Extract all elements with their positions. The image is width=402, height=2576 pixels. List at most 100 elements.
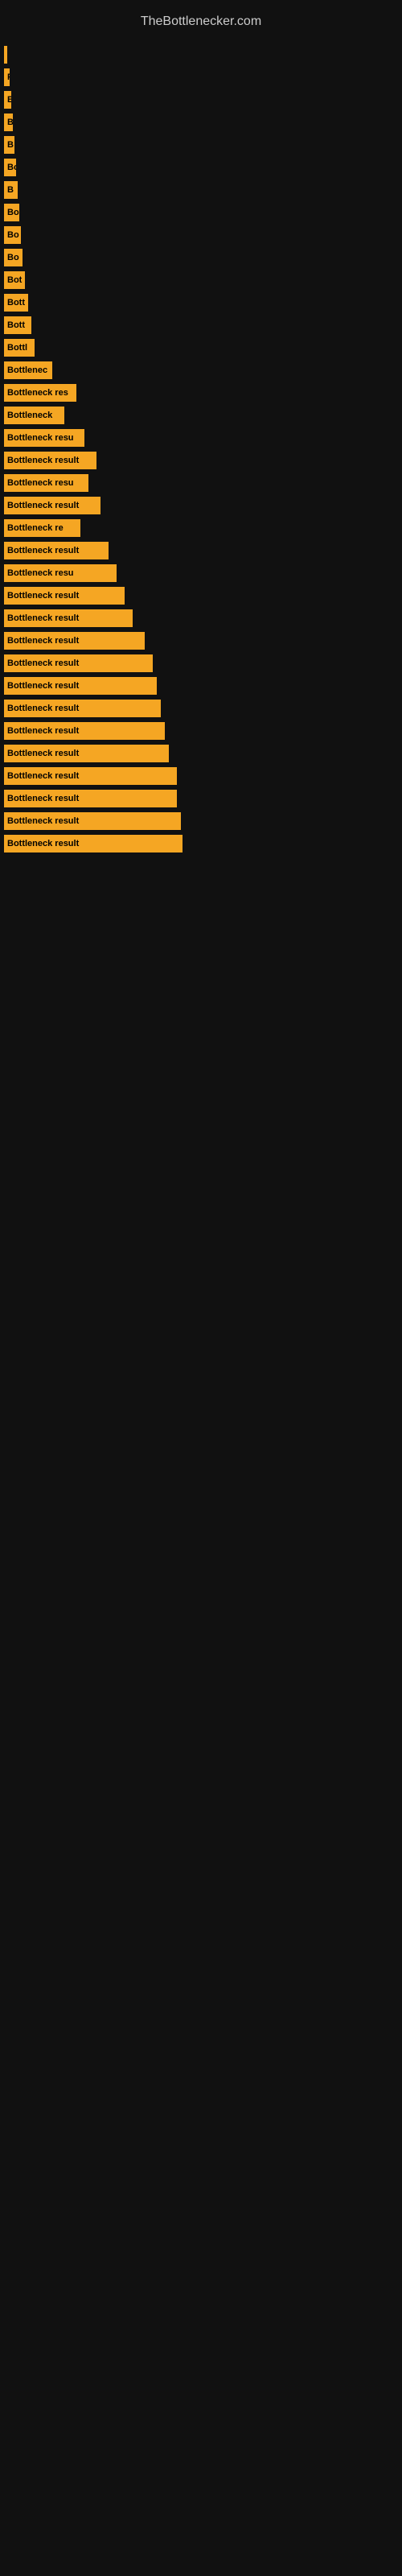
bar-label-text: Bottleneck result <box>4 794 82 803</box>
bar-label-text: Bottleneck result <box>4 681 82 691</box>
bar-row: Bottleneck res <box>0 384 402 402</box>
bar-label-text: Bottleneck result <box>4 613 82 623</box>
bar: B <box>4 136 14 154</box>
bar-label-text: Bot <box>4 275 25 285</box>
bar-label-text: Bottleneck resu <box>4 433 77 443</box>
bar-label-text: Bo <box>4 253 23 262</box>
bar-row: E <box>0 91 402 109</box>
bar: Bottl <box>4 339 35 357</box>
bar: Bot <box>4 271 25 289</box>
bar: Bottleneck result <box>4 790 177 807</box>
bar: Bott <box>4 294 28 312</box>
bar: Bottleneck result <box>4 722 165 740</box>
bar-label-text: B <box>4 140 14 150</box>
bar-label-text: F <box>4 72 10 82</box>
bar: Bottleneck result <box>4 587 125 605</box>
bar-row: Bottleneck re <box>0 519 402 537</box>
page-container: TheBottlenecker.com FEBBBoBBoBoBoBotBott… <box>0 0 402 2576</box>
bar-row: Bottleneck result <box>0 722 402 740</box>
bar-row: Bott <box>0 294 402 312</box>
bar: Bottleneck result <box>4 632 145 650</box>
bar-row: Bottleneck result <box>0 497 402 514</box>
bar: Bo <box>4 159 16 176</box>
bar-label-text: Bottleneck result <box>4 636 82 646</box>
bar-label-text: Bo <box>4 208 19 217</box>
bar-row: Bottl <box>0 339 402 357</box>
bar-row: Bottleneck result <box>0 677 402 695</box>
bar-row: Bottleneck result <box>0 587 402 605</box>
bar-label-text: Bo <box>4 163 16 172</box>
bar: Bottleneck resu <box>4 429 84 447</box>
bar-row: Bo <box>0 249 402 266</box>
bar-label-text: Bottleneck resu <box>4 568 77 578</box>
bar-label-text: Bottleneck result <box>4 456 82 465</box>
bar-row: Bottleneck resu <box>0 564 402 582</box>
bar: Bo <box>4 226 21 244</box>
bar-row: Bottleneck result <box>0 700 402 717</box>
bar-label-text: Bottleneck result <box>4 839 82 848</box>
bar-row: Bottleneck result <box>0 632 402 650</box>
bar-label-text: E <box>4 95 11 105</box>
bar-row <box>0 46 402 64</box>
bar: Bottleneck result <box>4 767 177 785</box>
bar: B <box>4 114 13 131</box>
bar: Bottleneck res <box>4 384 76 402</box>
bar-row: Bot <box>0 271 402 289</box>
bar-row: F <box>0 68 402 86</box>
bar: Bottleneck result <box>4 542 109 559</box>
bar: Bottleneck <box>4 407 64 424</box>
bar-row: Bottleneck result <box>0 835 402 852</box>
bar: Bottleneck result <box>4 677 157 695</box>
bar: E <box>4 91 11 109</box>
bar: F <box>4 68 10 86</box>
bar-label-text: Bott <box>4 320 28 330</box>
bar: Bottlenec <box>4 361 52 379</box>
bar: Bottleneck result <box>4 700 161 717</box>
bars-container: F E B B Bo B Bo Bo Bo Bot Bott Bott Bottl Bottlenec Bo… <box>0 46 402 852</box>
bar-label-text: Bott <box>4 298 28 308</box>
bar-row: Bottleneck result <box>0 654 402 672</box>
bar-row: B <box>0 181 402 199</box>
bar-row: Bottleneck <box>0 407 402 424</box>
bar: Bottleneck resu <box>4 474 88 492</box>
bar-label-text: Bottleneck result <box>4 546 82 555</box>
bar: Bottleneck resu <box>4 564 117 582</box>
bar-row: Bottleneck resu <box>0 474 402 492</box>
bar-row: Bott <box>0 316 402 334</box>
bar: Bottleneck result <box>4 812 181 830</box>
bar-row: Bo <box>0 204 402 221</box>
bar-label-text: Bottl <box>4 343 31 353</box>
bar: Bottleneck result <box>4 835 183 852</box>
bar: Bottleneck result <box>4 497 100 514</box>
bar-label-text: Bottleneck result <box>4 658 82 668</box>
bar-label-text: Bottlenec <box>4 365 51 375</box>
bar: Bott <box>4 316 31 334</box>
bar-row: B <box>0 114 402 131</box>
bar: B <box>4 181 18 199</box>
bar-row: Bottleneck result <box>0 609 402 627</box>
bar: Bottleneck result <box>4 654 153 672</box>
bar-label-text: Bottleneck result <box>4 501 82 510</box>
bar-label-text: Bo <box>4 230 21 240</box>
bar-label-text: B <box>4 185 17 195</box>
bar-row: Bottleneck result <box>0 745 402 762</box>
bar-row: Bottleneck result <box>0 790 402 807</box>
bar-label-text: B <box>4 118 13 127</box>
bar <box>4 46 7 64</box>
bar-label-text: Bottleneck result <box>4 591 82 601</box>
bar: Bo <box>4 249 23 266</box>
bar-label-text: Bottleneck result <box>4 726 82 736</box>
bar-label-text: Bottleneck resu <box>4 478 77 488</box>
bar-label-text: Bottleneck result <box>4 704 82 713</box>
bar-row: Bo <box>0 159 402 176</box>
bar-row: Bo <box>0 226 402 244</box>
bar-label-text: Bottleneck result <box>4 816 82 826</box>
bar: Bottleneck re <box>4 519 80 537</box>
bar: Bottleneck result <box>4 609 133 627</box>
bar-row: Bottleneck result <box>0 452 402 469</box>
bar: Bo <box>4 204 19 221</box>
bar-row: Bottleneck result <box>0 812 402 830</box>
bar-label-text: Bottleneck re <box>4 523 67 533</box>
bar: Bottleneck result <box>4 452 96 469</box>
bar-label-text: Bottleneck <box>4 411 55 420</box>
